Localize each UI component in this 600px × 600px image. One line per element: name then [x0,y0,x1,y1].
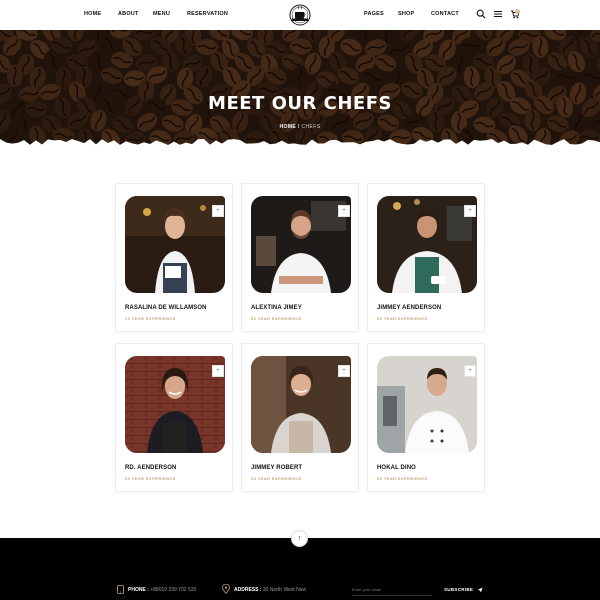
chef-name[interactable]: JIMMEY AENDERSON [377,305,441,311]
share-button[interactable]: + [338,205,350,217]
chef-portrait-image [251,356,351,453]
coffee-beans-background [0,30,600,148]
chef-photo[interactable] [377,196,477,293]
newsletter-email-input[interactable]: Enter your email [352,584,432,596]
chef-photo[interactable] [377,356,477,453]
phone-label: PHONE : [128,587,149,593]
send-icon [477,587,483,593]
chef-name[interactable]: JIMMEY ROBERT [251,465,302,471]
chef-experience: 05 YEAR EXPERIENCE [377,316,428,321]
nav-pages[interactable]: PAGES [364,11,384,17]
share-button[interactable]: + [212,365,224,377]
chef-card[interactable]: + ALEXTINA JIMEY 06 YEAR EXPERIENCE [241,183,359,332]
share-button[interactable]: + [464,365,476,377]
scroll-to-top-button[interactable]: ↑ [291,530,308,547]
chef-card[interactable]: + RASALINA DE WILLAMSON 10 YEAR EXPERIEN… [115,183,233,332]
chef-experience: 05 YEAR EXPERIENCE [377,476,428,481]
chef-photo[interactable] [125,356,225,453]
nav-reservation[interactable]: RESERVATION [187,11,228,17]
chef-portrait-image [377,356,477,453]
chef-experience: 05 YEAR EXPERIENCE [125,476,176,481]
chef-name[interactable]: RD. AENDERSON [125,465,176,471]
chef-experience: 03 YEAR EXPERIENCE [251,476,302,481]
page-title: MEET OUR CHEFS [208,93,392,114]
chef-portrait-image [125,356,225,453]
footer-address: ADDRESS : 30 North West New [234,587,306,593]
chef-portrait-image [377,196,477,293]
phone-icon [117,585,124,594]
hamburger-menu-icon[interactable] [493,9,503,19]
chef-card[interactable]: + HOKAL DINO 05 YEAR EXPERIENCE [367,343,485,492]
address-label: ADDRESS : [234,587,262,593]
page-hero: MEET OUR CHEFS HOME / CHEFS [0,30,600,148]
coffee-logo-icon[interactable] [286,3,314,27]
subscribe-label: SUBSCRIBE [444,587,474,593]
chef-card[interactable]: + RD. AENDERSON 05 YEAR EXPERIENCE [115,343,233,492]
chef-card[interactable]: + JIMMEY AENDERSON 05 YEAR EXPERIENCE [367,183,485,332]
site-footer: PHONE : +88019 339 702 520 ADDRESS : 30 … [0,538,600,600]
chef-photo[interactable] [125,196,225,293]
search-icon[interactable] [476,9,486,19]
chef-photo[interactable] [251,356,351,453]
chef-portrait-image [251,196,351,293]
chef-name[interactable]: ALEXTINA JIMEY [251,305,302,311]
chef-name[interactable]: RASALINA DE WILLAMSON [125,305,207,311]
subscribe-button[interactable]: SUBSCRIBE [444,587,483,593]
chef-portrait-image [125,196,225,293]
nav-home[interactable]: HOME [84,11,101,17]
nav-contact[interactable]: CONTACT [431,11,459,17]
chef-photo[interactable] [251,196,351,293]
share-button[interactable]: + [338,365,350,377]
chef-card[interactable]: + JIMMEY ROBERT 03 YEAR EXPERIENCE [241,343,359,492]
breadcrumb-home[interactable]: HOME [280,124,297,130]
nav-menu[interactable]: MENU [153,11,170,17]
phone-value[interactable]: +88019 339 702 520 [150,587,196,593]
cart-count-badge: 0 [515,9,520,14]
nav-shop[interactable]: SHOP [398,11,414,17]
footer-phone: PHONE : +88019 339 702 520 [128,587,196,593]
share-button[interactable]: + [212,205,224,217]
chef-experience: 10 YEAR EXPERIENCE [125,316,176,321]
nav-about[interactable]: ABOUT [118,11,139,17]
address-value: 30 North West New [262,587,307,593]
location-pin-icon [222,584,230,594]
breadcrumb-current: CHEFS [301,124,321,130]
site-header: HOME ABOUT MENU RESERVATION PAGES SHOP C… [0,0,600,30]
breadcrumb: HOME / CHEFS [0,124,600,130]
chef-experience: 06 YEAR EXPERIENCE [251,316,302,321]
share-button[interactable]: + [464,205,476,217]
chef-name[interactable]: HOKAL DINO [377,465,416,471]
